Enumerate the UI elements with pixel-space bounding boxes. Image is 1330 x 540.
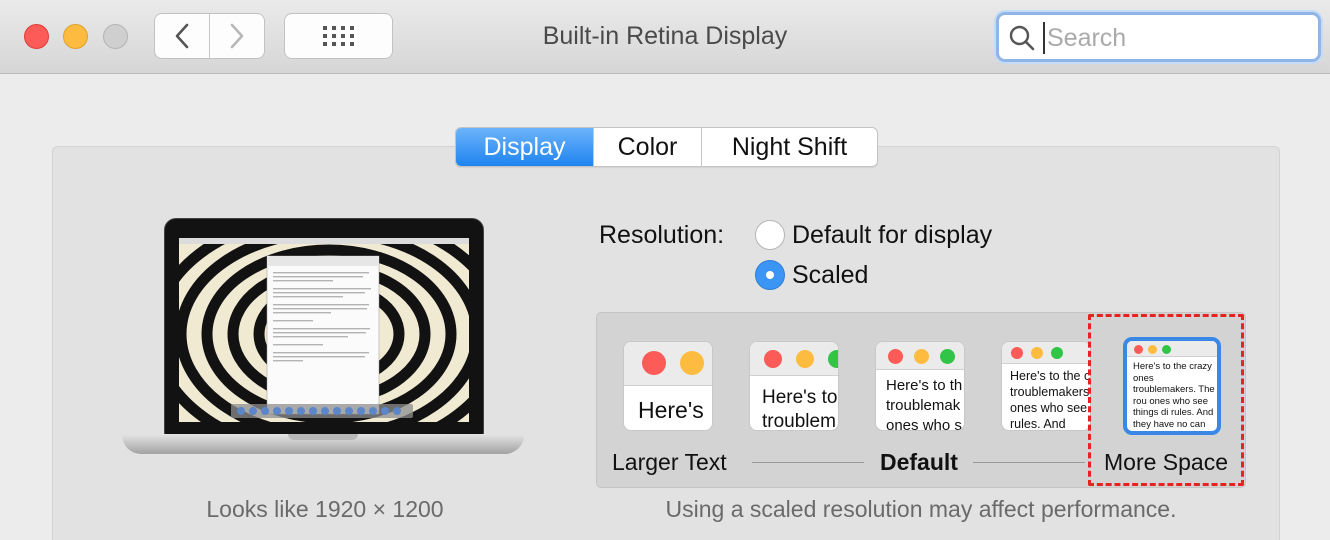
grid-icon (322, 26, 354, 46)
laptop-lid (164, 218, 484, 435)
laptop-screen (179, 238, 469, 422)
thumbnail-sample-text: Here's (638, 397, 704, 423)
thumbnail-minimize-icon (680, 351, 704, 375)
swirl-wallpaper (179, 238, 469, 422)
thumbnail-minimize-icon (796, 350, 814, 368)
screen-document (266, 255, 380, 415)
thumbnail-close-icon (642, 351, 666, 375)
performance-note: Using a scaled resolution may affect per… (665, 496, 1177, 522)
title-bar: Built-in Retina Display (0, 0, 1330, 74)
scale-divider-right (973, 462, 1085, 463)
chevron-right-icon (230, 23, 244, 49)
thumbnail-zoom-icon (828, 350, 838, 368)
tab-bar: Display Color Night Shift (455, 127, 878, 167)
chevron-left-icon (175, 23, 189, 49)
search-input[interactable] (1043, 22, 1303, 54)
annotation-highlight (1088, 314, 1244, 486)
scale-option-2[interactable]: Here's to troublem (749, 341, 839, 431)
thumbnail-close-icon (888, 349, 903, 364)
thumbnail-close-icon (1011, 347, 1023, 359)
tab-display[interactable]: Display (456, 128, 593, 166)
tab-night-shift[interactable]: Night Shift (701, 128, 877, 166)
minimize-button[interactable] (63, 24, 88, 49)
laptop-notch (288, 434, 358, 440)
thumbnail-zoom-icon (940, 349, 955, 364)
zoom-button[interactable] (103, 24, 128, 49)
default-label: Default (880, 449, 958, 475)
larger-text-label: Larger Text (612, 449, 727, 475)
scale-option-4[interactable]: Here's to the c troublemakers ones who s… (1001, 341, 1091, 431)
resolution-summary: Looks like 1920 × 1200 (206, 496, 444, 522)
laptop-preview (118, 218, 528, 468)
thumbnail-sample-text: Here's to the c troublemakers ones who s… (1010, 369, 1091, 430)
thumbnail-sample-text: Here's to troublem (762, 387, 838, 430)
show-all-button[interactable] (284, 13, 393, 59)
back-forward-group (154, 13, 265, 59)
scaled-radio[interactable] (755, 260, 785, 290)
tab-color[interactable]: Color (593, 128, 701, 166)
close-button[interactable] (24, 24, 49, 49)
thumbnail-zoom-icon (1051, 347, 1063, 359)
scale-divider-left (752, 462, 864, 463)
thumbnail-sample-text: Here's to th troublemak ones who s (886, 377, 963, 430)
scale-option-larger-text[interactable]: Here's (623, 341, 713, 431)
search-icon (1009, 25, 1035, 51)
search-box[interactable] (996, 12, 1321, 62)
default-for-display-label[interactable]: Default for display (792, 221, 992, 250)
thumbnail-minimize-icon (1031, 347, 1043, 359)
resolution-label: Resolution: (599, 221, 725, 249)
default-for-display-radio[interactable] (755, 220, 785, 250)
screen-dock (231, 404, 413, 418)
thumbnail-minimize-icon (914, 349, 929, 364)
forward-button[interactable] (209, 14, 264, 58)
back-button[interactable] (155, 14, 209, 58)
thumbnail-close-icon (764, 350, 782, 368)
scaled-label[interactable]: Scaled (792, 261, 868, 290)
scale-option-default[interactable]: Here's to th troublemak ones who s (875, 341, 965, 431)
